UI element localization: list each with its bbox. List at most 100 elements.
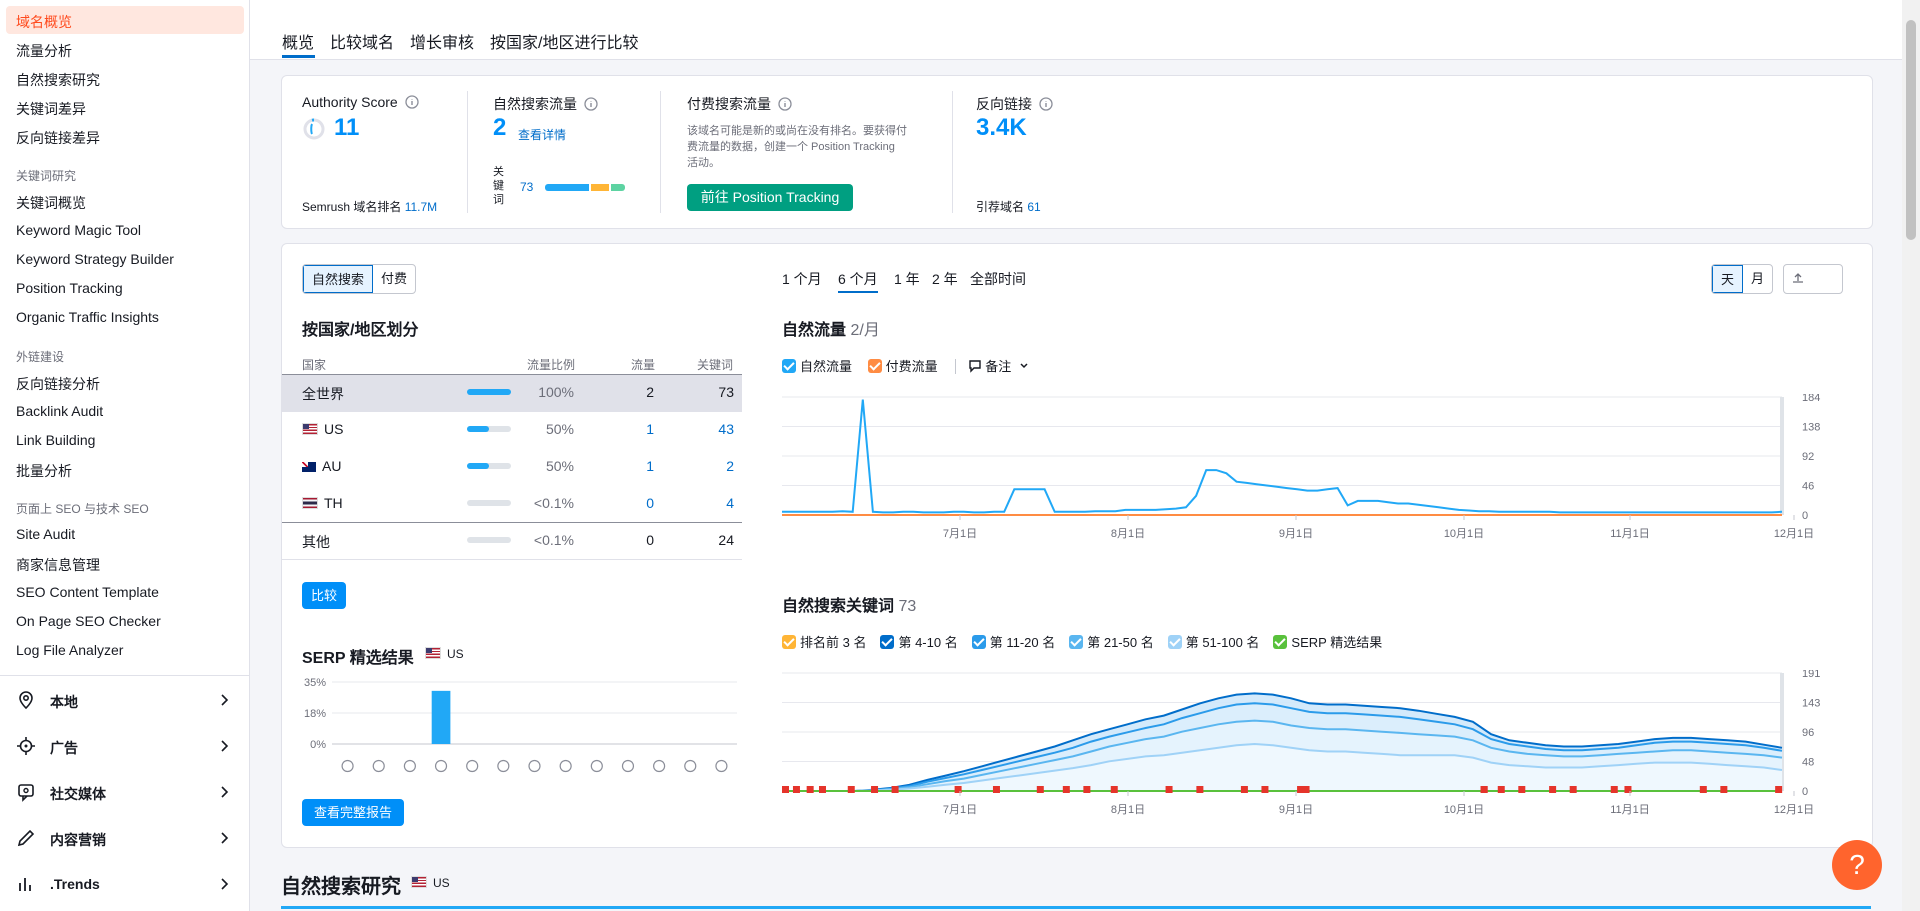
note-flag-icon[interactable] (1480, 786, 1488, 793)
sidebar-item-backlink-gap[interactable]: 反向链接差异 (16, 128, 100, 148)
keywords-value[interactable]: 73 (520, 180, 533, 194)
legend-paid[interactable]: 付费流量 (867, 359, 938, 374)
note-flag-icon[interactable] (954, 786, 962, 793)
serp-feature-icon[interactable] (434, 759, 448, 773)
sidebar-item-keyword-magic-tool[interactable]: Keyword Magic Tool (16, 222, 141, 238)
legend-item[interactable]: 排名前 3 名 (782, 635, 866, 650)
sidebar-item-backlink-audit[interactable]: Backlink Audit (16, 403, 103, 419)
period-option[interactable]: 2 年 (932, 269, 958, 289)
toggle-day[interactable]: 天 (1712, 265, 1744, 293)
toggle-month[interactable]: 月 (1743, 265, 1772, 293)
country-row[interactable]: AU 50% 1 2 (282, 448, 742, 485)
semrush-rank-value[interactable]: 11.7M (405, 200, 437, 214)
toggle-organic[interactable]: 自然搜索 (303, 265, 374, 293)
help-button[interactable]: ? (1832, 840, 1882, 890)
note-flag-icon[interactable] (891, 786, 899, 793)
period-option[interactable]: 6 个月 (838, 269, 878, 293)
serp-feature-icon[interactable] (684, 759, 697, 773)
info-icon[interactable] (584, 97, 598, 111)
legend-organic[interactable]: 自然流量 (782, 359, 852, 374)
sidebar-group-advertising[interactable]: 广告 (0, 724, 249, 768)
sidebar-item-site-audit[interactable]: Site Audit (16, 526, 75, 542)
country-name[interactable]: AU (302, 458, 341, 474)
note-flag-icon[interactable] (1302, 786, 1310, 793)
export-button[interactable]: 导出 (1783, 264, 1844, 294)
note-flag-icon[interactable] (1165, 786, 1173, 793)
note-flag-icon[interactable] (1569, 786, 1577, 793)
serp-feature-icon[interactable] (528, 759, 541, 773)
country-row[interactable]: 全世界 100% 2 73 (282, 374, 742, 411)
note-flag-icon[interactable] (1083, 786, 1091, 793)
serp-feature-icon[interactable] (372, 759, 385, 773)
sidebar-item-on-page-seo-checker[interactable]: On Page SEO Checker (16, 613, 161, 629)
country-name[interactable]: TH (302, 495, 343, 511)
sidebar-item-log-file-analyzer[interactable]: Log File Analyzer (16, 642, 123, 658)
serp-feature-icon[interactable] (621, 759, 635, 773)
legend-item[interactable]: SERP 精选结果 (1273, 635, 1382, 650)
sidebar-item-organic-traffic-insights[interactable]: Organic Traffic Insights (16, 309, 159, 325)
country-row[interactable]: TH <0.1% 0 4 (282, 485, 742, 522)
country-row[interactable]: US 50% 1 43 (282, 411, 742, 448)
chart-scroll-handle[interactable] (1780, 397, 1784, 515)
organic-traffic-value[interactable]: 2 (493, 114, 506, 142)
note-flag-icon[interactable] (847, 786, 855, 793)
sidebar-item-seo-content-template[interactable]: SEO Content Template (16, 584, 159, 600)
tab-growth-report[interactable]: 增长审核 (410, 29, 474, 53)
note-flag-icon[interactable] (1261, 786, 1269, 793)
serp-feature-icon[interactable] (403, 759, 416, 773)
view-full-report-button[interactable]: 查看完整报告 (302, 799, 404, 826)
traffic-value[interactable]: 1 (646, 421, 654, 437)
sidebar-item-keyword-gap[interactable]: 关键词差异 (16, 99, 86, 119)
note-flag-icon[interactable] (806, 786, 814, 793)
country-row[interactable]: 其他 <0.1% 0 24 (282, 522, 742, 559)
tab-compare-by-country[interactable]: 按国家/地区进行比较 (490, 29, 638, 53)
referring-domains-value[interactable]: 61 (1027, 200, 1040, 214)
note-flag-icon[interactable] (1610, 786, 1618, 793)
legend-item[interactable]: 第 51-100 名 (1167, 635, 1259, 650)
serp-feature-icon[interactable] (653, 759, 666, 773)
serp-bar[interactable] (431, 690, 451, 744)
note-flag-icon[interactable] (992, 786, 1000, 793)
tab-overview[interactable]: 概览 (282, 29, 314, 53)
note-flag-icon[interactable] (1036, 786, 1044, 793)
sidebar-item-bulk-analysis[interactable]: 批量分析 (16, 461, 72, 481)
sidebar-item-traffic-analytics[interactable]: 流量分析 (16, 41, 72, 61)
note-flag-icon[interactable] (1549, 786, 1557, 793)
sidebar-group-trends[interactable]: .Trends (0, 862, 249, 906)
sidebar-group-local[interactable]: 本地 (0, 678, 249, 722)
scrollbar-thumb[interactable] (1906, 20, 1916, 240)
backlinks-value[interactable]: 3.4K (976, 114, 1027, 142)
period-option[interactable]: 1 年 (894, 269, 920, 289)
info-icon[interactable] (404, 95, 419, 109)
note-flag-icon[interactable] (1518, 786, 1526, 793)
note-flag-icon[interactable] (1240, 786, 1248, 793)
note-flag-icon[interactable] (792, 786, 800, 793)
legend-item[interactable]: 第 21-50 名 (1069, 635, 1154, 650)
note-flag-icon[interactable] (782, 786, 789, 793)
sidebar-item-domain-overview[interactable]: 域名概览 (16, 12, 72, 32)
toggle-paid[interactable]: 付费 (373, 265, 415, 293)
serp-feature-icon[interactable] (715, 759, 728, 773)
note-flag-icon[interactable] (1775, 786, 1783, 793)
note-flag-icon[interactable] (1720, 786, 1728, 793)
note-flag-icon[interactable] (871, 786, 879, 793)
sidebar-item-keyword-strategy-builder[interactable]: Keyword Strategy Builder (16, 251, 174, 267)
note-flag-icon[interactable] (1062, 786, 1070, 793)
serp-feature-icon[interactable] (590, 759, 603, 773)
sidebar-item-organic-research[interactable]: 自然搜索研究 (16, 70, 100, 90)
info-icon[interactable] (1039, 97, 1053, 111)
sidebar-group-content-marketing[interactable]: 内容营销 (0, 816, 249, 860)
traffic-value[interactable]: 0 (646, 495, 654, 511)
note-flag-icon[interactable] (1497, 786, 1505, 793)
serp-feature-icon[interactable] (497, 759, 510, 773)
legend-item[interactable]: 第 11-20 名 (971, 635, 1055, 650)
serp-feature-icon[interactable] (341, 759, 354, 773)
keywords-value[interactable]: 2 (726, 458, 734, 474)
sidebar-item-keyword-overview[interactable]: 关键词概览 (16, 193, 86, 213)
info-icon[interactable] (778, 97, 792, 111)
sidebar-item-listing-management[interactable]: 商家信息管理 (16, 555, 100, 575)
authority-score-value[interactable]: 11 (334, 114, 359, 142)
serp-feature-icon[interactable] (559, 759, 572, 773)
tab-compare-domains[interactable]: 比较域名 (330, 29, 394, 53)
sidebar-item-backlink-analytics[interactable]: 反向链接分析 (16, 374, 100, 394)
